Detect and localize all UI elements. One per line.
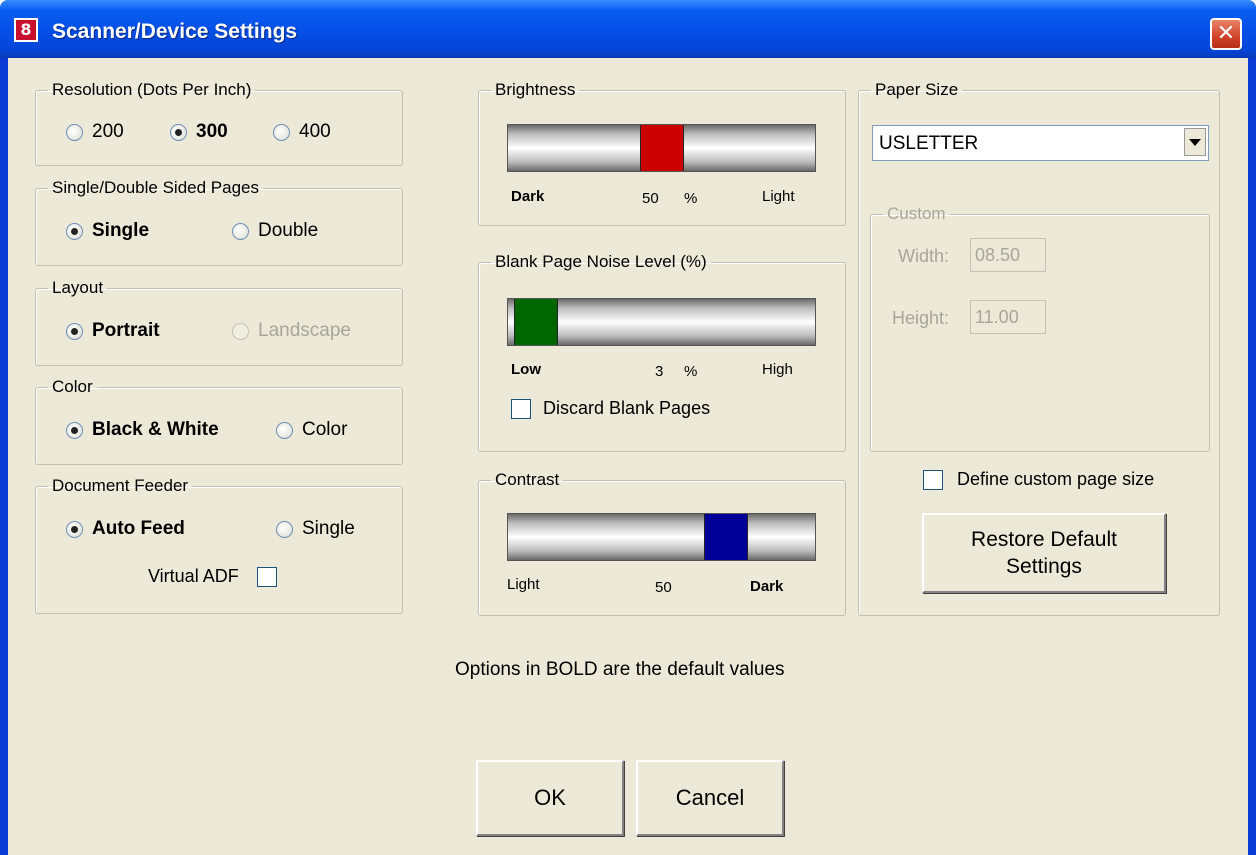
- restore-label-line1: Restore Default: [971, 528, 1117, 551]
- color-bw-radio[interactable]: Black & White: [66, 419, 219, 441]
- resolution-400-label: 400: [299, 121, 331, 142]
- brightness-high-label: Light: [762, 188, 795, 205]
- restore-label-line2: Settings: [1006, 555, 1082, 578]
- define-custom-label: Define custom page size: [957, 469, 1155, 489]
- feeder-autofeed-label: Auto Feed: [92, 518, 185, 539]
- width-input: 08.50: [970, 238, 1046, 272]
- noise-high-label: High: [762, 361, 793, 378]
- contrast-slider[interactable]: [507, 513, 816, 561]
- resolution-200-radio[interactable]: 200: [66, 121, 124, 143]
- brightness-slider-thumb[interactable]: [640, 125, 684, 171]
- radio-circle[interactable]: [276, 421, 293, 439]
- app-icon: 8: [14, 18, 38, 42]
- virtual-adf-check[interactable]: [256, 566, 277, 587]
- ok-label: OK: [534, 785, 566, 810]
- default-values-note: Options in BOLD are the default values: [455, 659, 785, 680]
- resolution-300-radio[interactable]: 300: [170, 121, 228, 143]
- layout-landscape-radio: Landscape: [232, 320, 351, 342]
- dialog-client-area: Resolution (Dots Per Inch) 200 300 400 S…: [8, 58, 1248, 855]
- noise-legend: Blank Page Noise Level (%): [495, 252, 707, 271]
- cancel-label: Cancel: [675, 785, 745, 810]
- radio-circle-selected[interactable]: [66, 520, 83, 538]
- feeder-autofeed-radio[interactable]: Auto Feed: [66, 518, 185, 540]
- brightness-legend: Brightness: [495, 80, 576, 99]
- paper-size-value: USLETTER: [879, 133, 979, 154]
- radio-circle-selected[interactable]: [66, 322, 83, 340]
- discard-blank-label: Discard Blank Pages: [543, 398, 711, 418]
- layout-portrait-radio[interactable]: Portrait: [66, 320, 160, 342]
- noise-group: Blank Page Noise Level (%): [478, 252, 846, 452]
- feeder-legend: Document Feeder: [52, 476, 189, 495]
- brightness-value: 50: [642, 190, 659, 207]
- feeder-single-radio[interactable]: Single: [276, 518, 355, 540]
- sides-double-label: Double: [258, 220, 319, 241]
- resolution-legend: Resolution (Dots Per Inch): [52, 80, 252, 99]
- feeder-single-label: Single: [302, 518, 355, 539]
- window-title: Scanner/Device Settings: [52, 20, 298, 43]
- sides-single-radio[interactable]: Single: [66, 220, 149, 242]
- contrast-high-label: Dark: [750, 578, 784, 595]
- radio-circle-selected[interactable]: [170, 123, 187, 141]
- height-input: 11.00: [970, 300, 1046, 334]
- layout-legend: Layout: [52, 278, 104, 297]
- color-color-label: Color: [302, 419, 348, 440]
- radio-circle[interactable]: [273, 123, 290, 141]
- noise-slider[interactable]: [507, 298, 816, 346]
- brightness-slider[interactable]: [507, 124, 816, 172]
- brightness-low-label: Dark: [511, 188, 545, 205]
- sides-legend: Single/Double Sided Pages: [52, 178, 259, 197]
- radio-circle[interactable]: [276, 520, 293, 538]
- color-color-radio[interactable]: Color: [276, 419, 347, 441]
- sides-single-label: Single: [92, 220, 150, 241]
- noise-unit: %: [684, 363, 698, 380]
- virtual-adf-checkbox[interactable]: Virtual ADF: [148, 566, 277, 587]
- layout-landscape-label: Landscape: [258, 320, 351, 341]
- close-button[interactable]: ✕: [1210, 18, 1242, 50]
- paper-size-legend: Paper Size: [875, 80, 959, 99]
- sides-double-radio[interactable]: Double: [232, 220, 318, 242]
- paper-size-dropdown[interactable]: USLETTER: [872, 125, 1209, 161]
- resolution-400-radio[interactable]: 400: [273, 121, 331, 143]
- contrast-low-label: Light: [507, 576, 540, 593]
- cancel-button[interactable]: Cancel: [636, 760, 784, 836]
- feeder-group: Document Feeder: [35, 476, 403, 614]
- radio-circle[interactable]: [232, 222, 249, 240]
- dialog-window: 8 Scanner/Device Settings ✕ Resolution (…: [0, 0, 1256, 855]
- resolution-200-label: 200: [92, 121, 124, 142]
- virtual-adf-label: Virtual ADF: [148, 566, 239, 586]
- brightness-unit: %: [684, 190, 698, 207]
- noise-low-label: Low: [511, 361, 541, 378]
- dropdown-arrow-icon: [1189, 138, 1201, 146]
- dropdown-arrow-button[interactable]: [1184, 128, 1206, 156]
- contrast-slider-thumb[interactable]: [704, 514, 748, 560]
- title-bar[interactable]: 8 Scanner/Device Settings ✕: [0, 0, 1256, 58]
- color-bw-label: Black & White: [92, 419, 219, 440]
- radio-circle-disabled: [232, 322, 249, 340]
- restore-defaults-button[interactable]: Restore Default Settings: [922, 513, 1166, 593]
- height-label: Height:: [892, 308, 950, 328]
- width-label: Width:: [898, 246, 950, 266]
- resolution-300-label: 300: [196, 121, 228, 142]
- discard-blank-check[interactable]: [511, 398, 531, 419]
- layout-portrait-label: Portrait: [92, 320, 160, 341]
- noise-slider-thumb[interactable]: [514, 299, 558, 345]
- ok-button[interactable]: OK: [476, 760, 624, 836]
- define-custom-checkbox[interactable]: Define custom page size: [923, 469, 1154, 490]
- contrast-value: 50: [655, 579, 672, 596]
- color-legend: Color: [52, 377, 93, 396]
- radio-circle-selected[interactable]: [66, 421, 83, 439]
- contrast-legend: Contrast: [495, 470, 560, 489]
- custom-legend: Custom: [887, 204, 946, 223]
- discard-blank-checkbox[interactable]: Discard Blank Pages: [511, 398, 710, 419]
- noise-value: 3: [655, 363, 664, 380]
- define-custom-check[interactable]: [923, 469, 943, 490]
- close-icon: ✕: [1216, 21, 1236, 46]
- radio-circle-selected[interactable]: [66, 222, 83, 240]
- radio-circle[interactable]: [66, 123, 83, 141]
